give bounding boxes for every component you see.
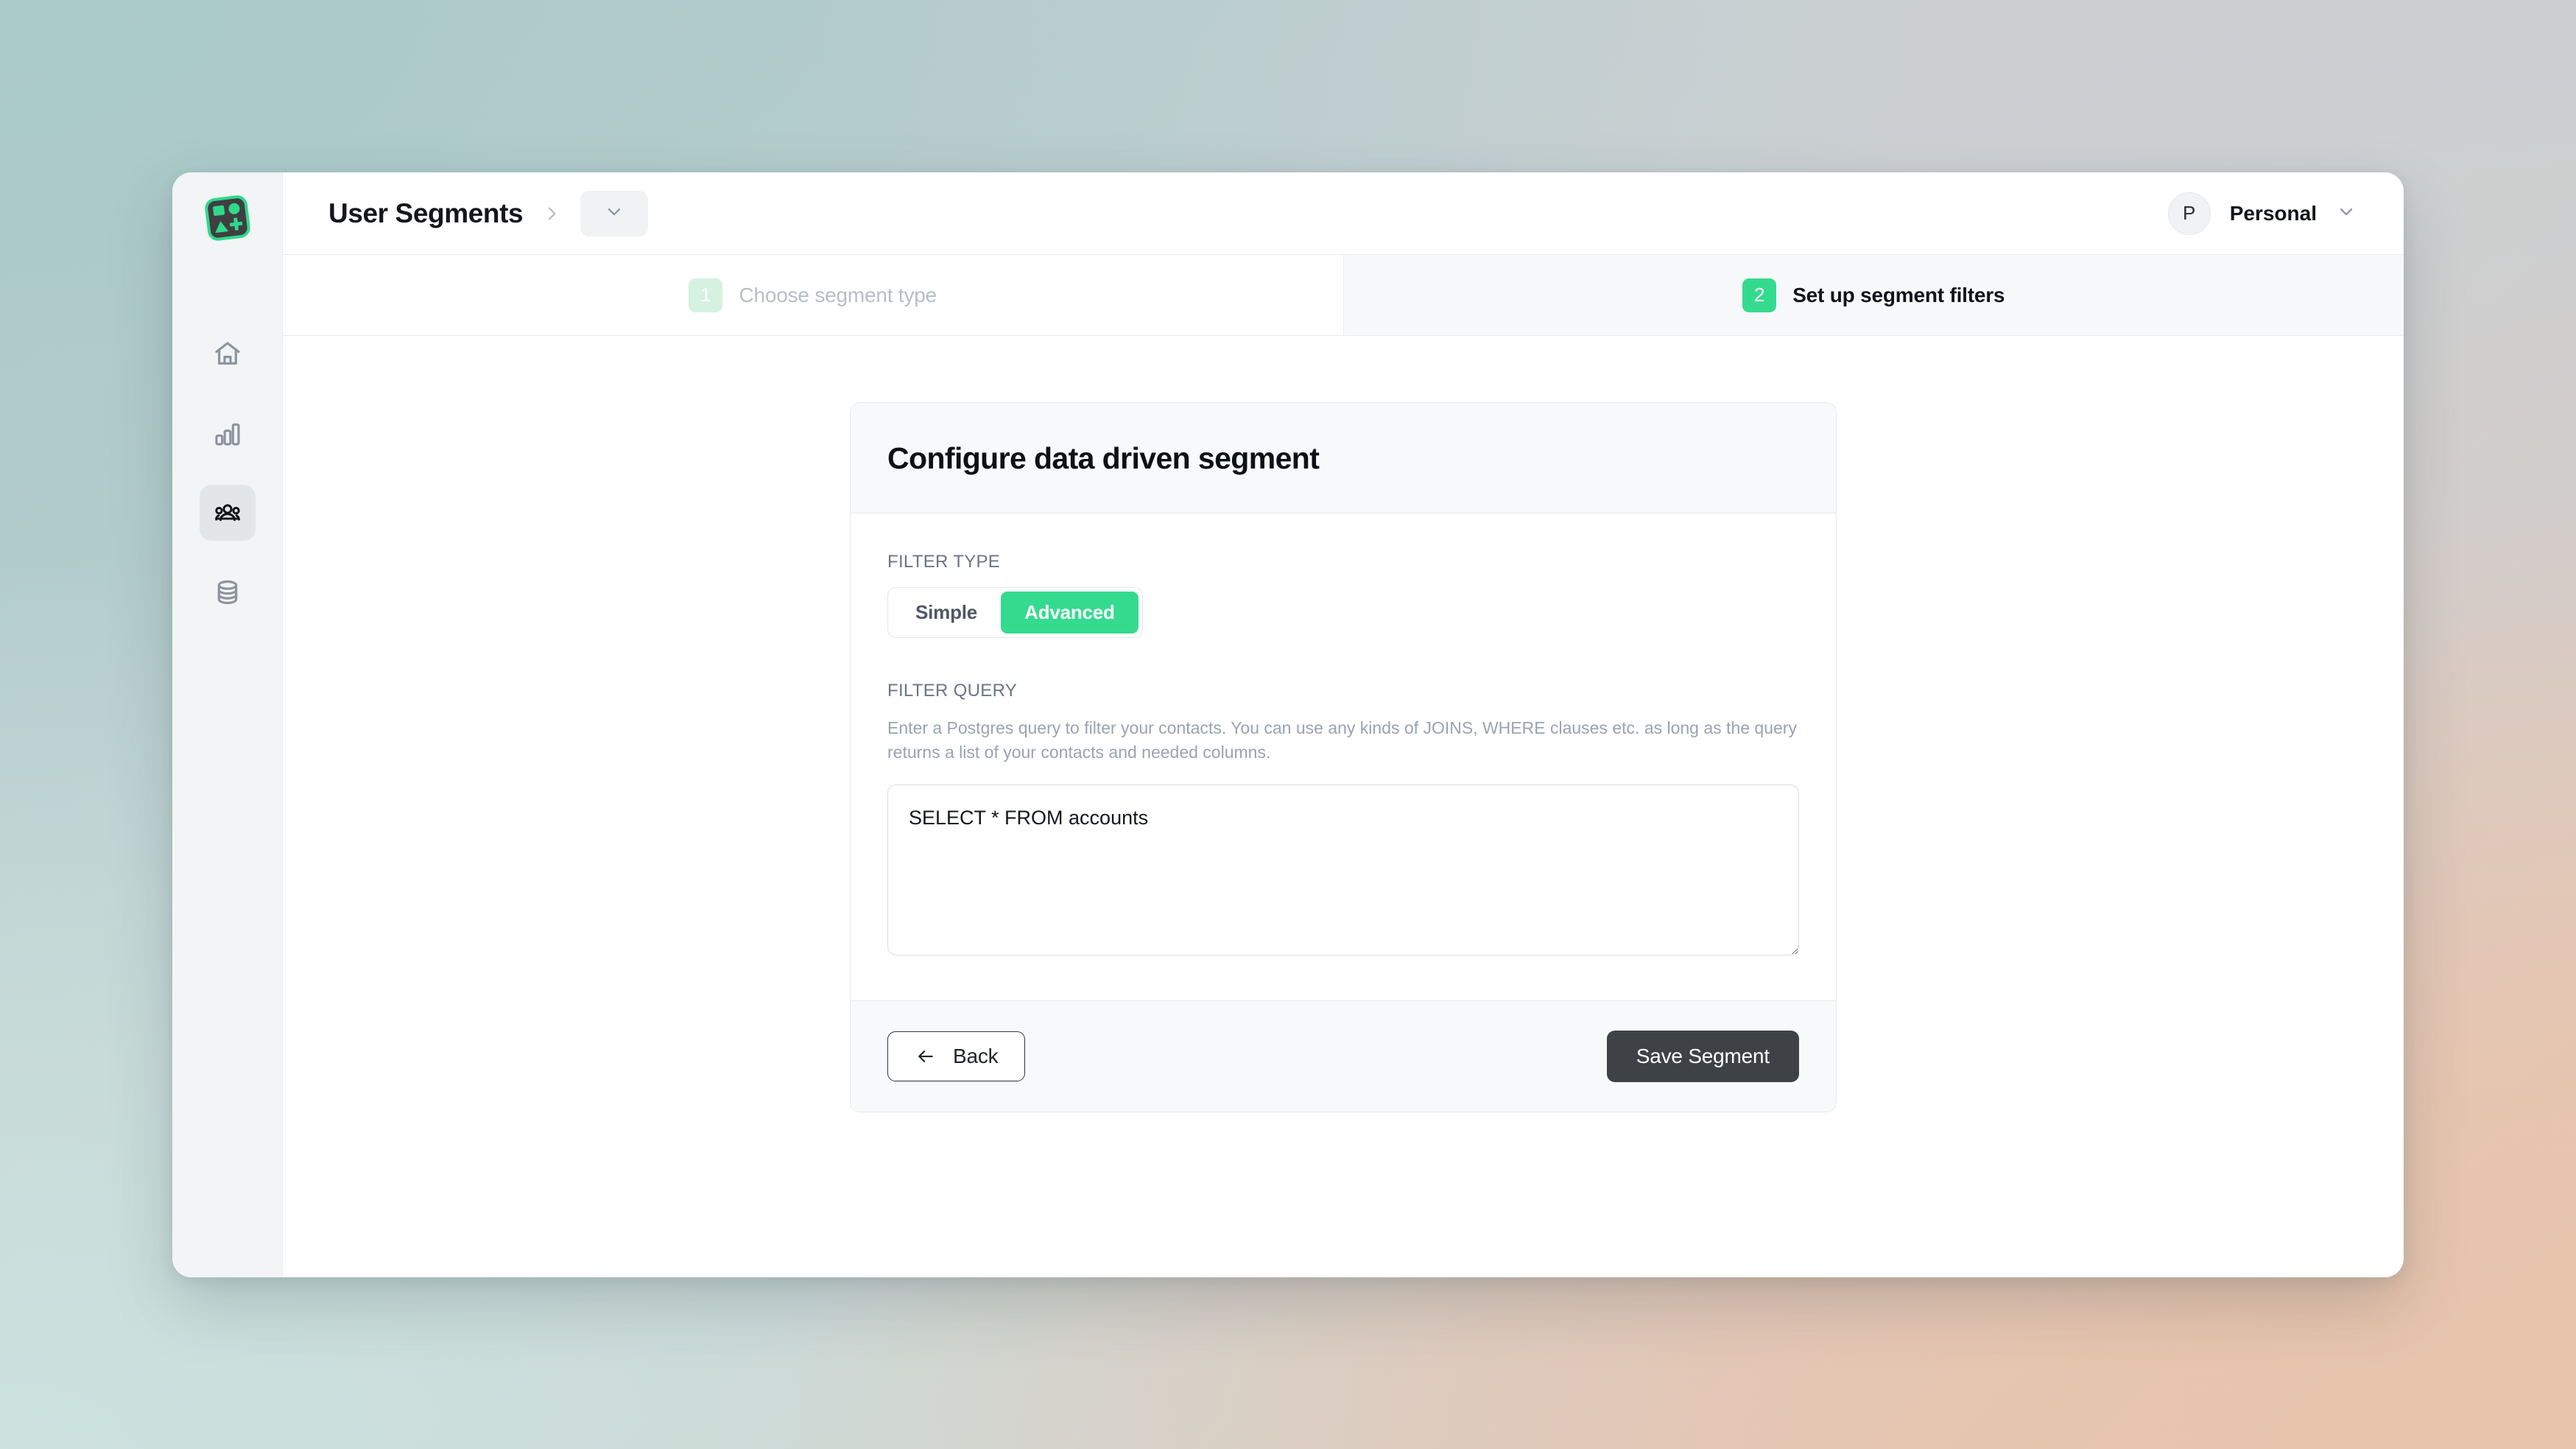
sidebar-item-data-sources[interactable] — [200, 564, 256, 620]
bar-chart-icon — [213, 418, 242, 448]
avatar: P — [2167, 192, 2211, 235]
sidebar-item-home[interactable] — [200, 326, 256, 382]
filter-type-group: FILTER TYPE Simple Advanced — [887, 552, 1799, 638]
card-footer: Back Save Segment — [851, 1000, 1836, 1112]
filter-type-option-simple[interactable]: Simple — [892, 592, 1001, 634]
step-number-badge: 2 — [1742, 278, 1777, 312]
step-number-badge: 1 — [689, 278, 723, 312]
step-label: Set up segment filters — [1792, 283, 2005, 306]
filter-type-segmented-control: Simple Advanced — [887, 587, 1143, 638]
arrow-left-icon — [915, 1045, 937, 1067]
segment-selector-dropdown[interactable] — [580, 190, 649, 236]
step-set-up-segment-filters[interactable]: 2 Set up segment filters — [1343, 255, 2404, 335]
database-icon — [213, 578, 242, 607]
logo-triangle-shape — [214, 220, 228, 234]
back-button-label: Back — [953, 1044, 999, 1067]
wizard-stepper: 1 Choose segment type 2 Set up segment f… — [283, 255, 2404, 336]
sidebar-item-user-segments[interactable] — [199, 485, 256, 541]
filter-query-input[interactable] — [887, 784, 1799, 955]
logo-square-shape — [212, 205, 225, 217]
app-logo[interactable] — [200, 190, 256, 246]
content-area: Configure data driven segment FILTER TYP… — [283, 336, 2404, 1277]
org-switcher[interactable]: P Personal — [2167, 192, 2357, 235]
step-choose-segment-type[interactable]: 1 Choose segment type — [283, 255, 1344, 335]
filter-type-option-advanced[interactable]: Advanced — [1001, 592, 1139, 634]
org-name: Personal — [2229, 201, 2317, 225]
chevron-down-icon — [604, 201, 624, 225]
filter-query-help-text: Enter a Postgres query to filter your co… — [887, 718, 1797, 762]
breadcrumb-title[interactable]: User Segments — [328, 198, 524, 229]
logo-circle-shape — [228, 202, 240, 215]
logo-plus-shape — [233, 217, 239, 231]
card-body: FILTER TYPE Simple Advanced FILTER QUERY… — [851, 513, 1836, 1000]
save-segment-button[interactable]: Save Segment — [1606, 1030, 1799, 1082]
card-header: Configure data driven segment — [851, 403, 1836, 513]
configure-segment-card: Configure data driven segment FILTER TYP… — [850, 402, 1837, 1112]
back-button[interactable]: Back — [887, 1031, 1026, 1081]
page-title: Configure data driven segment — [887, 441, 1320, 475]
filter-query-label: FILTER QUERY — [887, 681, 1018, 701]
step-label: Choose segment type — [739, 283, 937, 306]
users-icon — [212, 497, 243, 528]
filter-type-label: FILTER TYPE — [887, 552, 1001, 572]
sidebar — [172, 172, 283, 1277]
app-window: User Segments P Personal 1 Choose segmen… — [172, 172, 2404, 1277]
top-bar: User Segments P Personal — [283, 172, 2404, 255]
home-icon — [213, 339, 242, 368]
sidebar-item-analytics[interactable] — [200, 405, 256, 461]
main-area: User Segments P Personal 1 Choose segmen… — [283, 172, 2404, 1277]
segments-logo-icon — [203, 194, 251, 242]
chevron-right-icon — [542, 204, 561, 223]
chevron-down-icon — [2336, 201, 2357, 225]
filter-query-group: FILTER QUERY Enter a Postgres query to f… — [887, 681, 1799, 959]
